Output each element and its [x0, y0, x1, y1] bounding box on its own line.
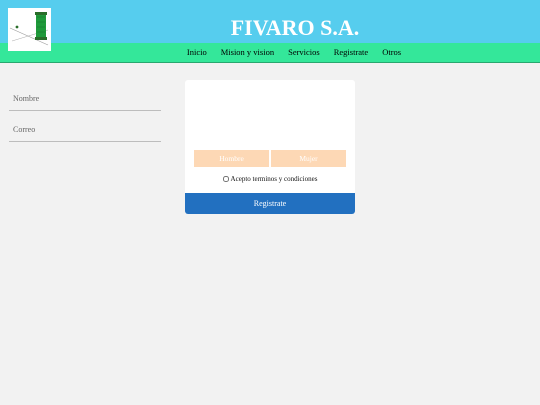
- name-field[interactable]: [9, 87, 161, 111]
- nav-inicio[interactable]: Inicio: [180, 43, 214, 62]
- terms-checkbox[interactable]: [222, 176, 229, 182]
- terms-row: Acepto terminos y condiciones: [185, 175, 355, 183]
- terms-label: Acepto terminos y condiciones: [230, 175, 318, 183]
- email-field[interactable]: [9, 118, 161, 142]
- nav-registrate[interactable]: Registrate: [327, 43, 375, 62]
- gender-hombre-button[interactable]: Hombre: [194, 150, 269, 167]
- thread-spool-logo-icon[interactable]: [8, 8, 51, 51]
- main-nav: Inicio Mision y vision Servicios Registr…: [0, 43, 540, 63]
- site-title: FIVARO S.A.: [230, 15, 360, 40]
- nav-mision-vision[interactable]: Mision y vision: [214, 43, 281, 62]
- nav-servicios[interactable]: Servicios: [281, 43, 327, 62]
- gender-mujer-button[interactable]: Mujer: [271, 150, 346, 167]
- nav-otros[interactable]: Otros: [375, 43, 408, 62]
- register-submit-button[interactable]: Registrate: [185, 193, 355, 214]
- site-header: FIVARO S.A.: [0, 0, 540, 43]
